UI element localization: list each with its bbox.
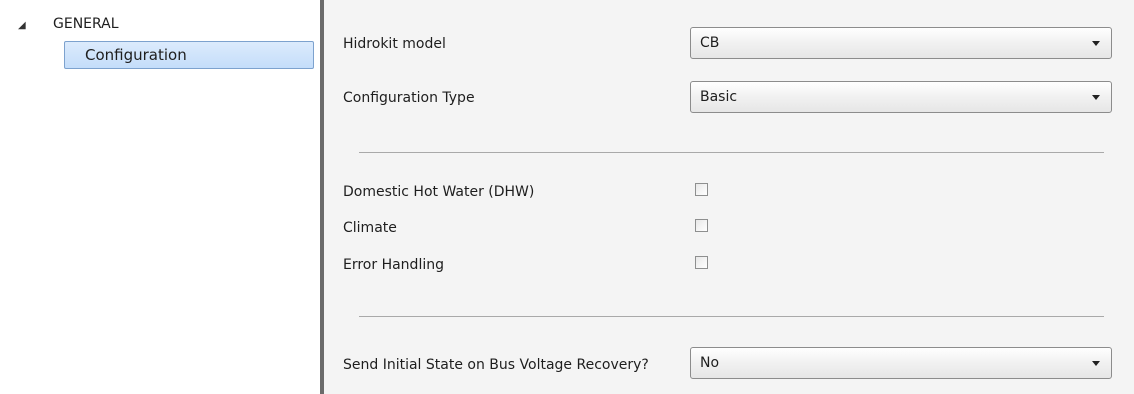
tree-item-configuration-label: Configuration xyxy=(85,46,187,64)
configuration-type-value: Basic xyxy=(700,89,738,105)
tree-item-general[interactable]: GENERAL xyxy=(53,16,119,32)
configuration-panel: Hidrokit model CB Configuration Type Bas… xyxy=(324,0,1134,394)
chevron-down-icon xyxy=(1092,41,1100,46)
section-divider xyxy=(359,152,1104,153)
chevron-down-icon xyxy=(1092,95,1100,100)
hidrokit-model-dropdown[interactable]: CB xyxy=(690,27,1112,59)
send-initial-state-dropdown[interactable]: No xyxy=(690,347,1112,379)
error-handling-label: Error Handling xyxy=(343,257,444,273)
configuration-type-label: Configuration Type xyxy=(343,90,475,106)
send-initial-state-value: No xyxy=(700,355,720,371)
tree-item-configuration[interactable]: Configuration xyxy=(64,41,314,69)
navigation-tree: ◢ GENERAL Configuration xyxy=(0,0,320,394)
error-handling-checkbox[interactable] xyxy=(695,256,708,269)
chevron-down-icon xyxy=(1092,361,1100,366)
send-initial-state-label: Send Initial State on Bus Voltage Recove… xyxy=(343,357,649,373)
section-divider xyxy=(359,316,1104,317)
tree-expander-icon[interactable]: ◢ xyxy=(18,20,26,31)
configuration-type-dropdown[interactable]: Basic xyxy=(690,81,1112,113)
dhw-label: Domestic Hot Water (DHW) xyxy=(343,184,535,200)
climate-label: Climate xyxy=(343,220,397,236)
dhw-checkbox[interactable] xyxy=(695,183,708,196)
hidrokit-model-value: CB xyxy=(700,35,720,51)
climate-checkbox[interactable] xyxy=(695,219,708,232)
hidrokit-model-label: Hidrokit model xyxy=(343,36,446,52)
